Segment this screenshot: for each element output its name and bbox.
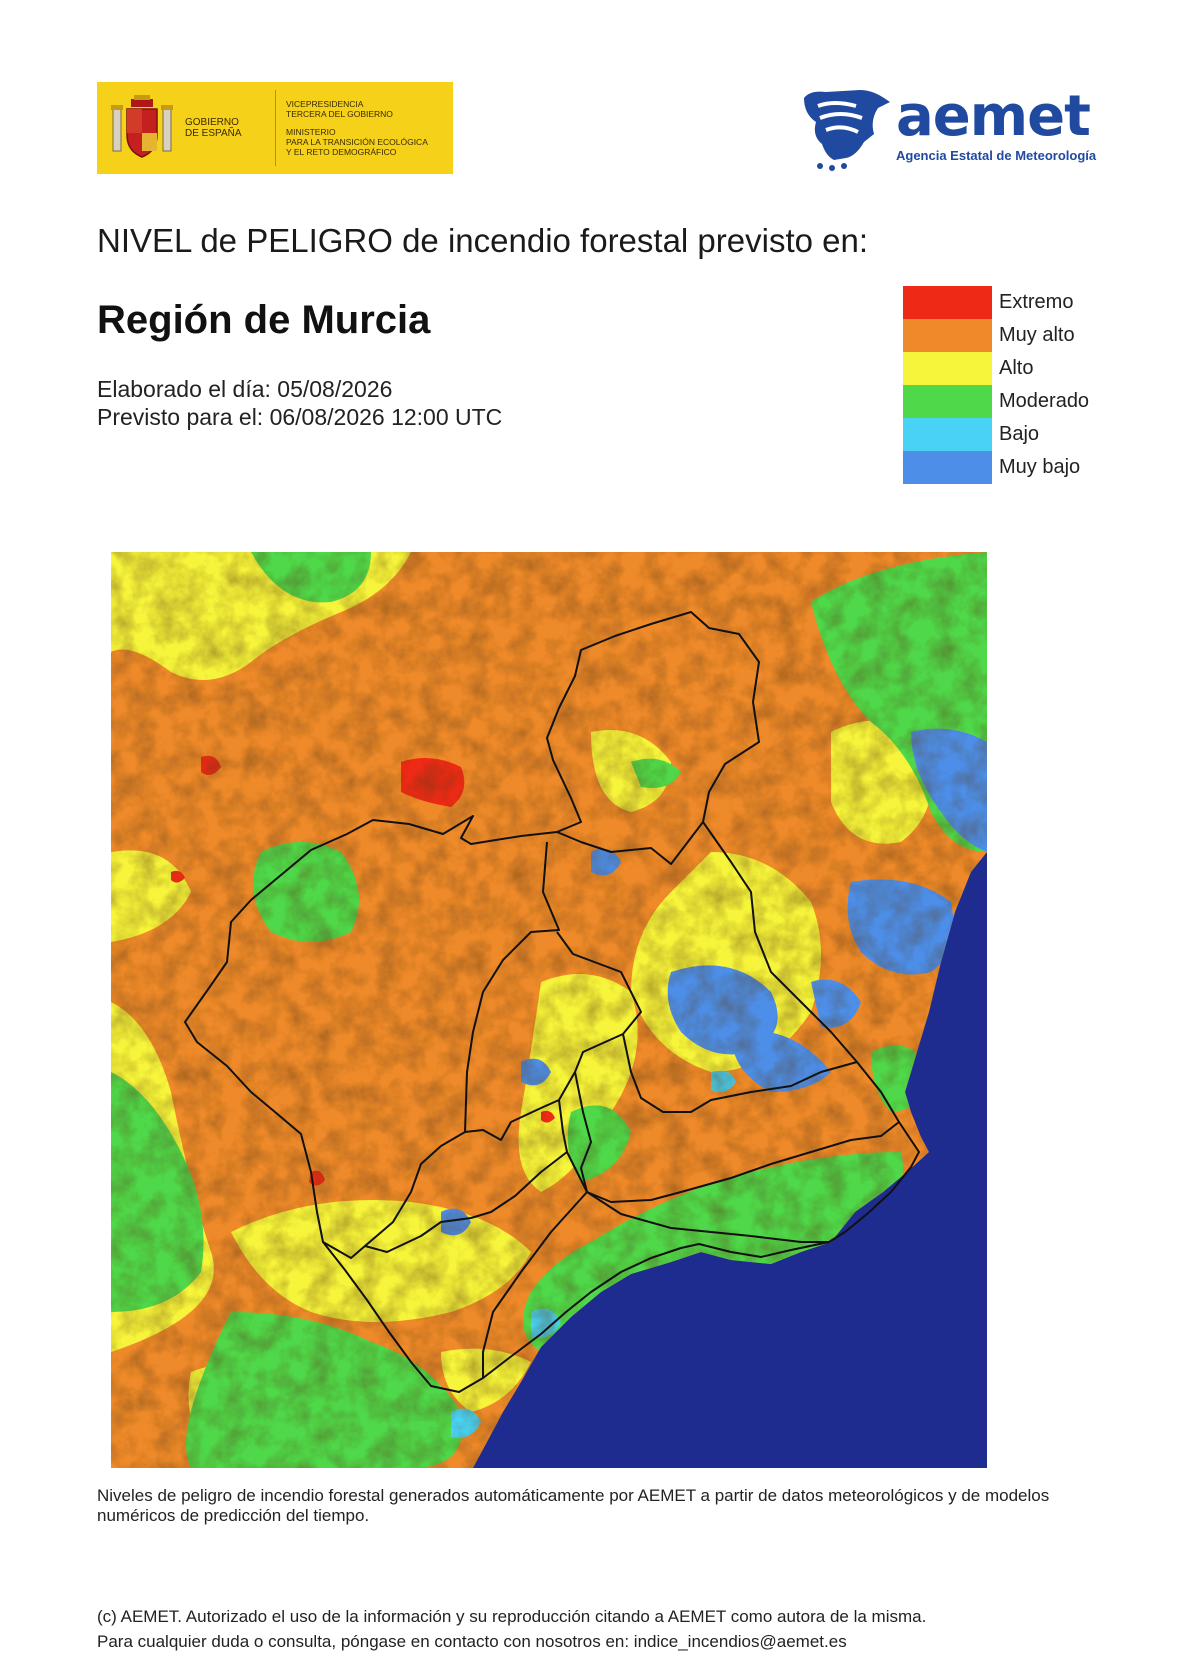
legend-swatch	[903, 418, 992, 451]
aemet-spain-map-icon	[804, 90, 890, 171]
contact-notice: Para cualquier duda o consulta, póngase …	[97, 1632, 847, 1651]
coat-of-arms-icon	[111, 95, 173, 158]
aemet-wordmark: aemet	[896, 84, 1091, 149]
valid-date: Previsto para el: 06/08/2026 12:00 UTC	[97, 404, 503, 430]
legend-label: Muy alto	[999, 324, 1075, 346]
aemet-subtitle: Agencia Estatal de Meteorología	[896, 148, 1097, 163]
aemet-logo: aemet Agencia Estatal de Meteorología	[800, 84, 1110, 172]
legend-swatch	[903, 286, 992, 319]
legend-label: Bajo	[999, 423, 1040, 445]
map-canvas	[111, 552, 987, 1468]
legend-item-muy-bajo: Muy bajo	[903, 451, 1089, 484]
legend-item-moderado: Moderado	[903, 385, 1089, 418]
legend-swatch	[903, 352, 992, 385]
page-title: NIVEL de PELIGRO de incendio forestal pr…	[97, 222, 869, 259]
government-label: GOBIERNO DE ESPAÑA	[185, 117, 242, 139]
region-name: Región de Murcia	[97, 298, 431, 342]
copyright-notice: (c) AEMET. Autorizado el uso de la infor…	[97, 1607, 927, 1626]
generation-note: Niveles de peligro de incendio forestal …	[97, 1486, 1050, 1525]
legend-item-muy-alto: Muy alto	[903, 319, 1089, 352]
legend-label: Moderado	[999, 390, 1090, 412]
legend-swatch	[903, 319, 992, 352]
logo-divider	[275, 90, 276, 166]
legend-item-bajo: Bajo	[903, 418, 1089, 451]
government-logo: GOBIERNO DE ESPAÑA VICEPRESIDENCIA TERCE…	[97, 82, 453, 174]
danger-legend: Extremo Muy alto Alto Moderado Bajo Muy …	[903, 286, 1089, 484]
legend-item-alto: Alto	[903, 352, 1089, 385]
legend-item-extremo: Extremo	[903, 286, 1089, 319]
legend-swatch	[903, 385, 992, 418]
fire-danger-map	[111, 552, 987, 1468]
legend-label: Alto	[999, 357, 1034, 379]
legend-label: Muy bajo	[999, 456, 1081, 478]
ministry-label: VICEPRESIDENCIA TERCERA DEL GOBIERNO MIN…	[286, 99, 428, 157]
legend-swatch	[903, 451, 992, 484]
issue-date: Elaborado el día: 05/08/2026	[97, 376, 393, 402]
legend-label: Extremo	[999, 291, 1074, 313]
